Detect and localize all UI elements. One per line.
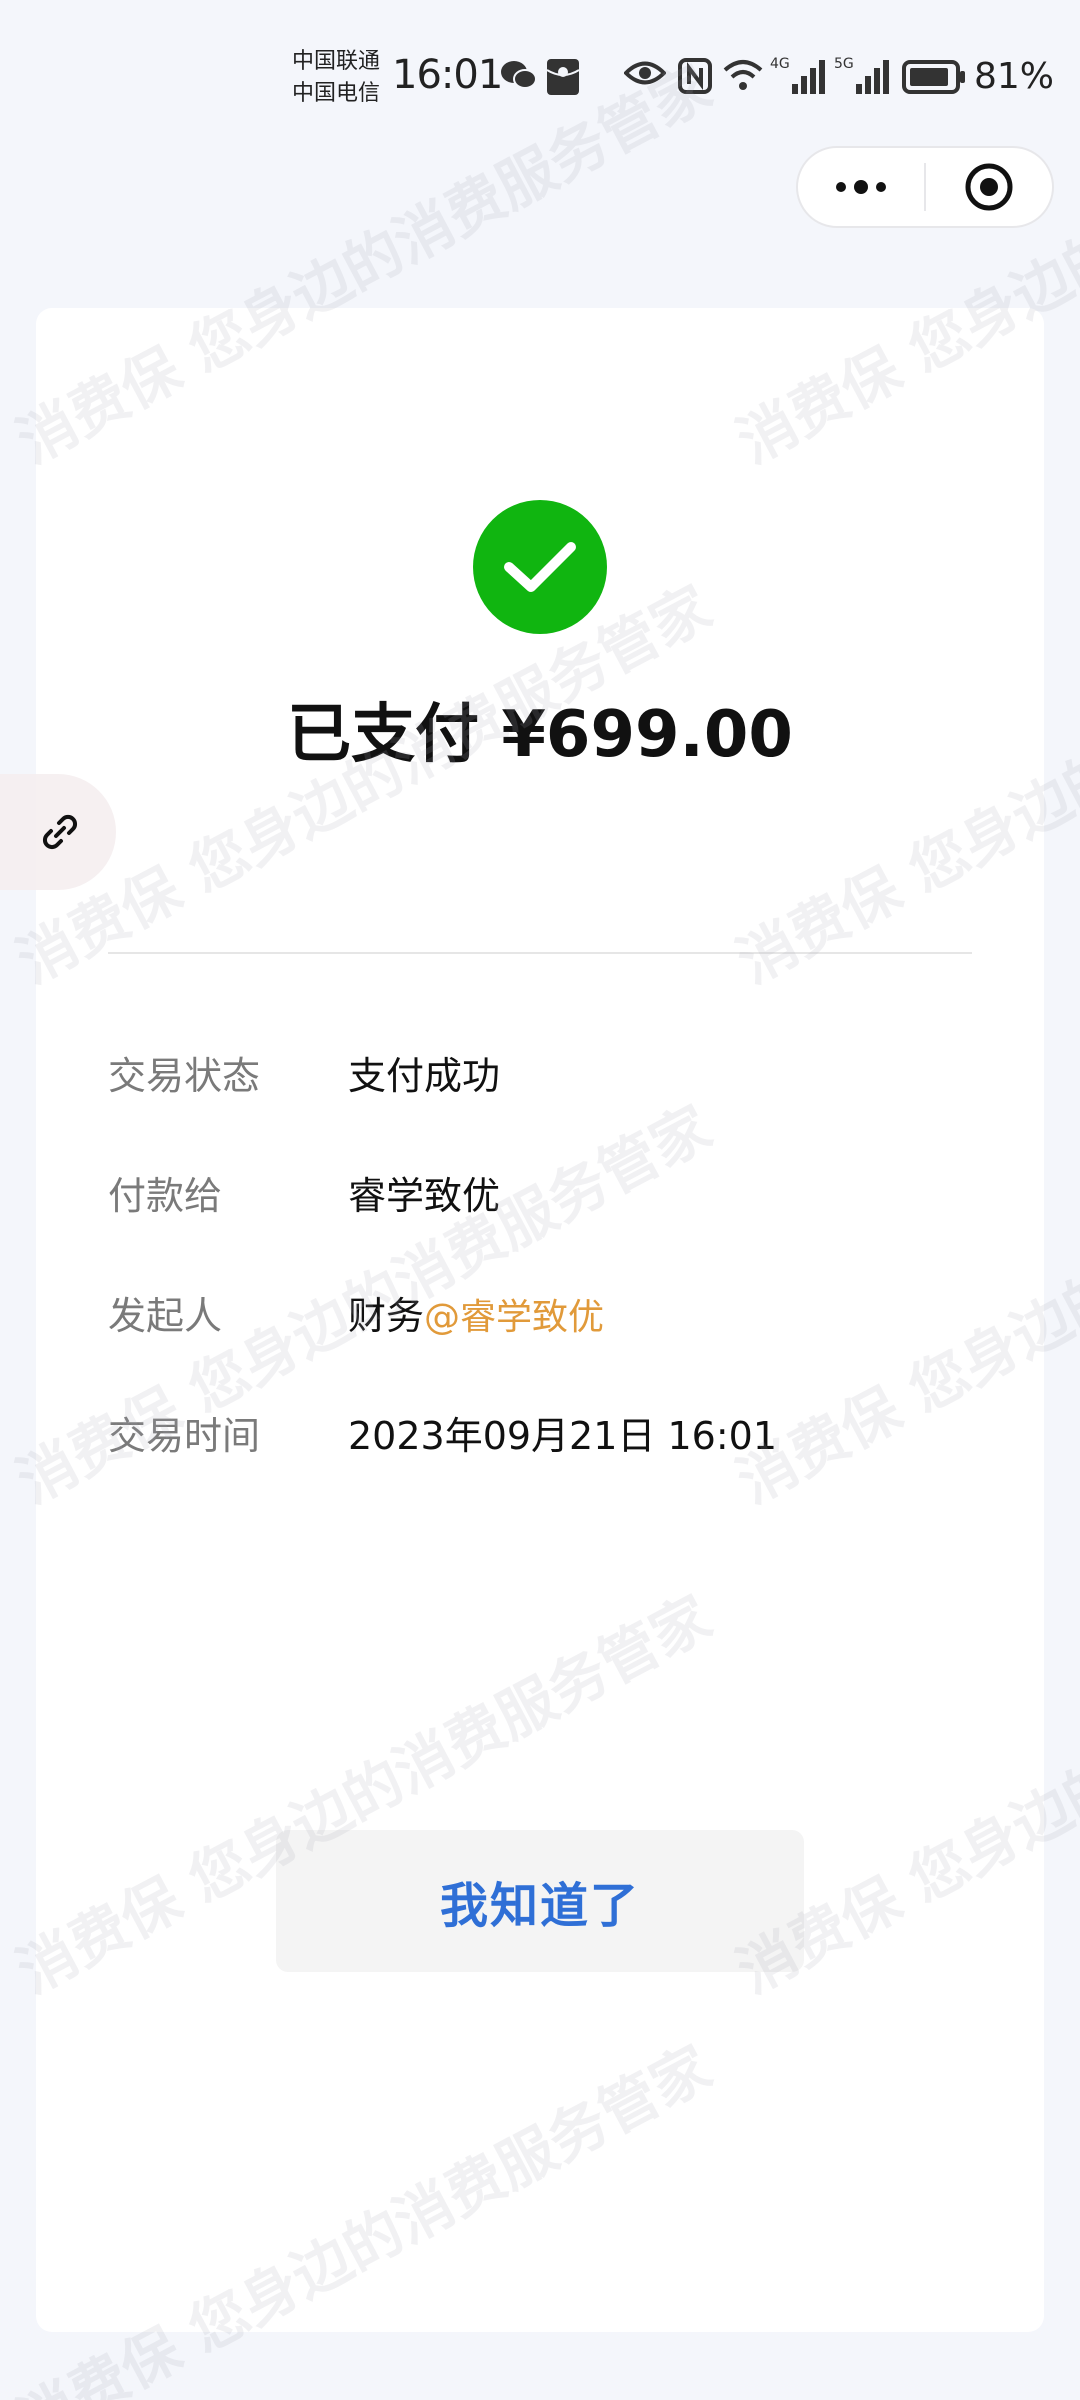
wechat-icon <box>500 58 538 92</box>
signal-5g-icon: 5G <box>834 54 892 96</box>
payee-label: 付款给 <box>108 1173 223 1218</box>
eye-comfort-icon <box>624 58 666 88</box>
status-time: 16:01 <box>392 52 503 98</box>
capsule-menu <box>796 146 1054 228</box>
signal-4g-icon: 4G <box>770 54 828 96</box>
detail-row-status: 交易状态 支付成功 <box>108 1042 972 1102</box>
detail-row-time: 交易时间 2023年09月21日 16:01 <box>108 1402 972 1462</box>
section-divider <box>108 952 972 954</box>
carrier-1: 中国联通 <box>292 49 381 74</box>
status-label: 交易状态 <box>108 1053 261 1098</box>
close-miniprogram-button[interactable] <box>926 148 1052 226</box>
link-icon <box>42 814 78 850</box>
more-dots-icon <box>836 180 886 194</box>
nfc-icon <box>678 58 712 94</box>
initiator-mention-link[interactable]: @睿学致优 <box>424 1297 604 1338</box>
share-link-button[interactable] <box>0 774 116 890</box>
status-value: 支付成功 <box>348 1053 501 1098</box>
time-label: 交易时间 <box>108 1413 261 1458</box>
time-value: 2023年09月21日 16:01 <box>348 1413 778 1458</box>
battery-percent: 81% <box>974 56 1055 97</box>
confirm-button[interactable]: 我知道了 <box>276 1830 804 1972</box>
carrier-names: 中国联通 中国电信 <box>292 46 380 110</box>
battery-icon <box>902 60 966 94</box>
payee-value: 睿学致优 <box>348 1173 501 1218</box>
carrier-2: 中国电信 <box>292 81 381 106</box>
svg-text:5G: 5G <box>834 56 854 72</box>
payment-amount-title: 已支付 ¥699.00 <box>287 698 793 772</box>
more-options-button[interactable] <box>798 148 924 226</box>
initiator-label: 发起人 <box>108 1293 223 1338</box>
wifi-icon <box>722 58 764 92</box>
detail-row-initiator: 发起人 财务@睿学致优 <box>108 1282 972 1342</box>
success-check-icon <box>473 500 607 634</box>
detail-row-payee: 付款给 睿学致优 <box>108 1162 972 1222</box>
red-packet-icon <box>546 58 580 96</box>
svg-text:4G: 4G <box>770 56 790 72</box>
target-close-icon <box>965 163 1013 211</box>
initiator-value: 财务@睿学致优 <box>348 1285 604 1340</box>
status-bar: 中国联通 中国电信 16:01 4G 5G 81% <box>0 0 1080 160</box>
initiator-name: 财务 <box>348 1293 425 1338</box>
